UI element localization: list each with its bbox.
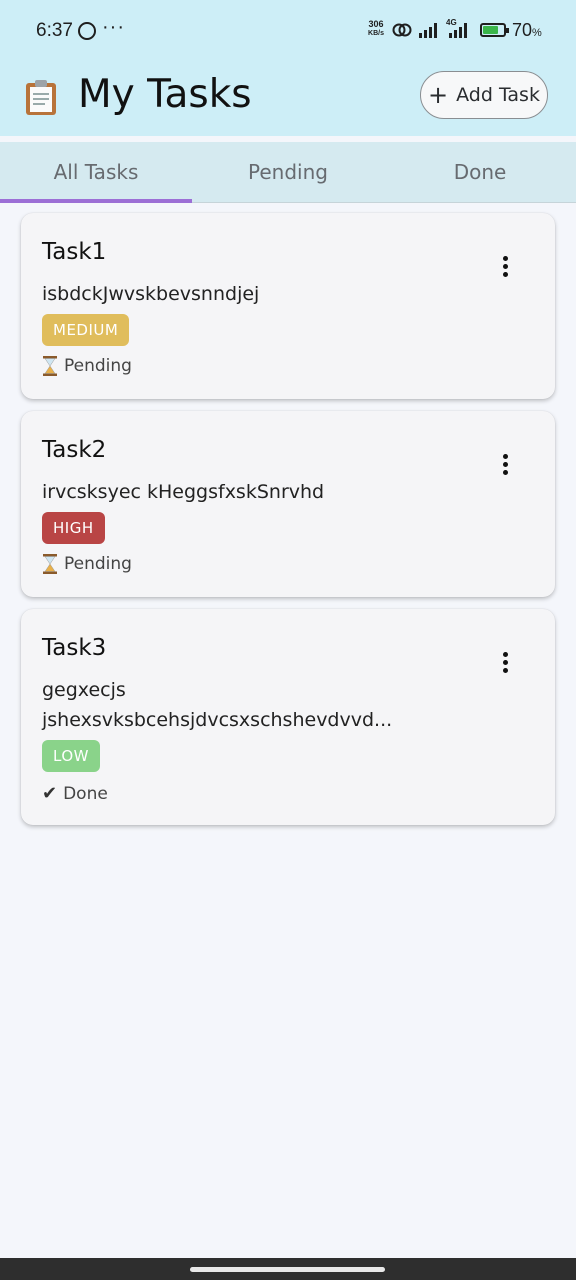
task-status: ✔ Done <box>42 783 108 804</box>
tab-label: Pending <box>248 160 328 184</box>
task-title: Task2 <box>42 437 107 463</box>
tab-label: Done <box>453 160 507 184</box>
battery-charging-icon <box>480 23 509 37</box>
signal-icon <box>419 23 437 38</box>
task-menu-button[interactable] <box>495 251 515 281</box>
network-speed-value: 306 <box>368 19 384 29</box>
checkmark-icon: ✔ <box>42 783 58 804</box>
priority-badge-high: HIGH <box>42 512 105 544</box>
battery-percent: 70% <box>512 20 542 40</box>
task-status: Pending <box>42 554 132 574</box>
priority-badge-low: LOW <box>42 740 100 772</box>
home-indicator[interactable] <box>190 1267 385 1272</box>
task-status-label: Pending <box>64 554 132 574</box>
app-header: 6:37 ··· 306 KB/s 4G 70% My Tasks + Add … <box>0 0 576 136</box>
tab-all-tasks[interactable]: All Tasks <box>0 142 192 203</box>
task-menu-button[interactable] <box>495 449 515 479</box>
tab-bar: All Tasks Pending Done <box>0 142 576 203</box>
task-status-label: Pending <box>64 356 132 376</box>
task-menu-button[interactable] <box>495 647 515 677</box>
priority-badge-medium: MEDIUM <box>42 314 130 346</box>
task-card[interactable]: Task1 isbdckJwvskbevsnndjej MEDIUM Pendi… <box>21 213 555 399</box>
task-status-label: Done <box>63 783 108 804</box>
link-icon <box>392 23 412 37</box>
hourglass-icon <box>43 356 57 376</box>
hourglass-icon <box>43 554 57 574</box>
plus-icon: + <box>428 81 449 109</box>
status-time: 6:37 <box>36 20 73 41</box>
status-more-icon: ··· <box>102 16 125 38</box>
tab-done[interactable]: Done <box>384 142 576 202</box>
whatsapp-icon <box>78 22 96 40</box>
signal-icon <box>449 23 467 38</box>
task-card[interactable]: Task3 gegxecjs jshexsvksbcehsjdvcsxschsh… <box>21 609 555 825</box>
active-tab-indicator <box>0 199 192 203</box>
task-title: Task1 <box>42 239 107 265</box>
tab-label: All Tasks <box>53 160 139 184</box>
system-nav-bar <box>0 1258 576 1280</box>
status-bar: 6:37 ··· 306 KB/s 4G 70% <box>0 0 576 60</box>
tab-pending[interactable]: Pending <box>192 142 384 202</box>
network-speed-unit: KB/s <box>368 30 384 37</box>
network-speed: 306 KB/s <box>364 20 388 38</box>
task-card[interactable]: Task2 irvcsksyec kHeggsfxskSnrvhd HIGH P… <box>21 411 555 597</box>
task-description: irvcsksyec kHeggsfxskSnrvhd <box>42 481 325 503</box>
task-title: Task3 <box>42 635 107 661</box>
clipboard-icon <box>26 80 56 115</box>
add-task-button[interactable]: + Add Task <box>420 71 548 119</box>
page-title: My Tasks <box>78 72 252 117</box>
add-task-label: Add Task <box>456 84 540 106</box>
task-status: Pending <box>42 356 132 376</box>
task-description: gegxecjs jshexsvksbcehsjdvcsxschshevdvvd… <box>42 679 393 731</box>
task-description: isbdckJwvskbevsnndjej <box>42 283 260 305</box>
battery-level-fill <box>483 26 499 34</box>
